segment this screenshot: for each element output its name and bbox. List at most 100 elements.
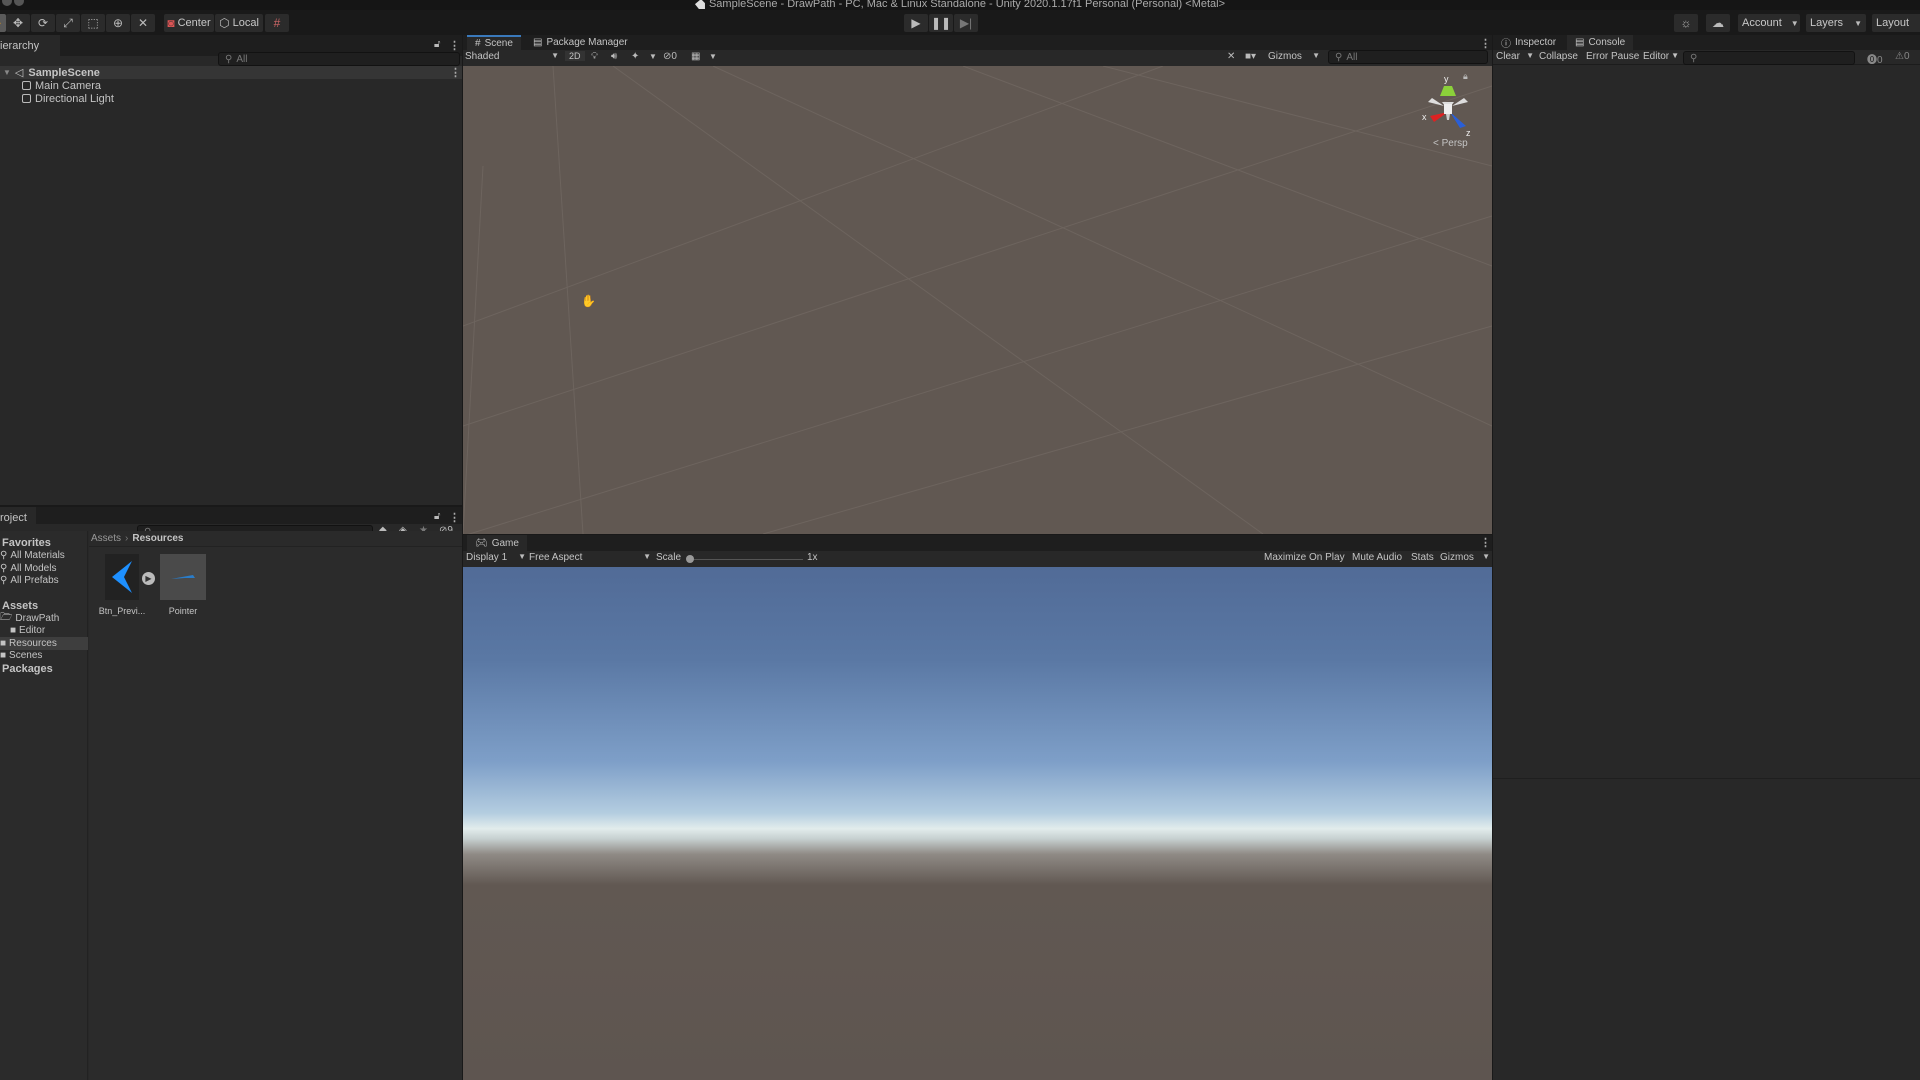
clear-button[interactable]: Clear ▼ <box>1496 51 1534 62</box>
maximize-on-play-toggle[interactable]: Maximize On Play <box>1264 552 1345 563</box>
scene-toolbar: Shaded ▼ 2D 💡︎ 🔊︎ ✦ ▼ ⊘0 ▦ ▼ ✕ ■▾ Gizmos ▼… <box>463 50 1492 66</box>
tab-console[interactable]: ▤ Console <box>1567 35 1634 50</box>
chevron-down-icon: ▼ <box>518 552 526 561</box>
favorite-item[interactable]: ⚲ All Materials <box>0 549 65 562</box>
effects-toggle-icon[interactable]: ✦ <box>631 51 639 62</box>
move-tool-button[interactable]: ✥ <box>6 14 30 32</box>
folder-item[interactable]: ■ Scenes <box>0 649 42 662</box>
pivot-center-button[interactable]: ◙ Center <box>164 14 214 32</box>
gizmos-dropdown[interactable]: Gizmos ▼ <box>1268 51 1320 62</box>
tab-scene-label: Scene <box>484 38 513 49</box>
scene-viewport[interactable]: ✋ 🔒︎ y x z < Persp <box>463 66 1492 534</box>
display-dropdown[interactable]: Display 1 ▼ <box>466 552 526 563</box>
breadcrumb: Assets › Resources <box>89 531 462 547</box>
asset-thumbnail[interactable] <box>160 554 206 600</box>
mode-2d-toggle[interactable]: 2D <box>565 51 585 61</box>
shading-mode-dropdown[interactable]: Shaded ▼ <box>465 51 559 62</box>
rect-tool-button[interactable]: ⬚ <box>81 14 105 32</box>
collab-button[interactable]: ☼ <box>1674 14 1698 32</box>
scene-search-input[interactable]: ⚲ All <box>1328 50 1488 64</box>
error-pause-toggle[interactable]: Error Pause <box>1586 51 1639 62</box>
editor-dropdown[interactable]: Editor ▼ <box>1643 51 1679 62</box>
chevron-down-icon: ▼ <box>643 552 651 561</box>
account-label: Account <box>1742 17 1782 29</box>
pivot-local-button[interactable]: ⬡ Local <box>215 14 263 32</box>
more-options-icon[interactable]: ⋮ <box>1480 536 1491 549</box>
pivot-label: Center <box>177 17 211 29</box>
collapse-toggle[interactable]: Collapse <box>1539 51 1578 62</box>
scale-slider-track[interactable] <box>689 559 803 560</box>
tab-scene[interactable]: # Scene <box>467 35 521 50</box>
folder-icon: ■ <box>10 625 17 636</box>
hierarchy-item[interactable]: Directional Light <box>22 92 114 105</box>
cloud-button[interactable]: ☁ <box>1706 14 1730 32</box>
play-button[interactable]: ▶ <box>904 14 928 32</box>
search-icon: ⚲ <box>0 563 8 574</box>
clear-label: Clear <box>1496 51 1520 62</box>
tab-game[interactable]: 🎮︎ Game <box>467 535 527 551</box>
asset-thumbnail[interactable] <box>105 554 139 600</box>
aspect-dropdown[interactable]: Free Aspect ▼ <box>529 552 651 563</box>
game-gizmos-dropdown[interactable]: Gizmos ▼ <box>1440 552 1490 563</box>
hidden-objects-icon[interactable]: ⊘0 <box>663 51 677 62</box>
lock-icon[interactable]: 🔓︎ <box>434 511 440 522</box>
tools-icon: ✕ <box>137 16 149 30</box>
camera-icon[interactable]: ■▾ <box>1245 51 1256 62</box>
projection-toggle[interactable]: < Persp <box>1433 138 1468 149</box>
custom-tool-button[interactable]: ✕ <box>131 14 155 32</box>
warning-count-toggle[interactable]: ⚠0 <box>1895 51 1910 62</box>
packages-header[interactable]: Packages <box>2 662 53 675</box>
grid-toggle-icon[interactable]: ▦ <box>691 51 700 62</box>
chevron-down-icon[interactable]: ▼ <box>1526 51 1534 62</box>
more-options-icon[interactable]: ⋮ <box>449 511 460 524</box>
console-detail-area <box>1493 778 1920 1080</box>
gameobject-icon <box>22 81 31 90</box>
hierarchy-search-bar: ⚲ All <box>0 49 462 67</box>
hand-icon: ✋ <box>0 17 2 29</box>
lighting-toggle-icon[interactable]: 💡︎ <box>591 51 598 62</box>
scene-root-row[interactable]: ▼ ◁ SampleScene ⋮ <box>0 66 462 79</box>
step-button[interactable]: ▶| <box>954 14 978 32</box>
grid-snap-button[interactable]: # <box>265 14 289 32</box>
rotate-tool-button[interactable]: ⟳ <box>31 14 55 32</box>
audio-toggle-icon[interactable]: 🔊︎ <box>611 51 617 62</box>
orientation-gizmo[interactable]: y x z <box>1418 74 1478 144</box>
pointer-sprite-icon <box>171 575 195 579</box>
game-viewport[interactable] <box>463 567 1492 1080</box>
layers-dropdown[interactable]: Layers ▼ <box>1806 14 1866 32</box>
expand-arrow-icon[interactable]: ▼ <box>3 68 11 77</box>
error-count-toggle[interactable]: ⓿0 <box>1867 51 1883 66</box>
tab-inspector[interactable]: ⓘ Inspector <box>1493 35 1564 50</box>
account-dropdown[interactable]: Account ▼ <box>1738 14 1800 32</box>
search-icon: ⚲ <box>1690 52 1698 64</box>
expand-sprite-icon[interactable]: ▶ <box>142 572 155 585</box>
breadcrumb-assets[interactable]: Assets <box>91 533 121 544</box>
collab-icon: ☼ <box>1680 16 1692 30</box>
scene-options-icon[interactable]: ⋮ <box>450 66 461 79</box>
chevron-down-icon[interactable]: ▼ <box>649 52 657 61</box>
breadcrumb-resources[interactable]: Resources <box>132 533 183 544</box>
scale-tool-button[interactable]: ⤢ <box>56 14 80 32</box>
layout-dropdown[interactable]: Layout <box>1872 14 1920 32</box>
hierarchy-item[interactable]: Main Camera <box>22 79 101 92</box>
console-search-input[interactable]: ⚲ <box>1683 51 1855 65</box>
hierarchy-search-input[interactable]: ⚲ All <box>218 52 460 66</box>
mute-audio-toggle[interactable]: Mute Audio <box>1352 552 1402 563</box>
package-icon: ▤ <box>533 37 543 48</box>
tab-inspector-label: Inspector <box>1515 37 1557 48</box>
more-options-icon[interactable]: ⋮ <box>1480 37 1491 50</box>
scale-slider-handle[interactable] <box>686 555 694 563</box>
chevron-down-icon[interactable]: ▼ <box>709 52 717 61</box>
rotate-icon: ⟳ <box>37 16 49 30</box>
favorite-item[interactable]: ⚲ All Prefabs <box>0 574 59 587</box>
info-icon: ⓘ <box>1501 39 1511 50</box>
warning-count: 0 <box>1903 51 1910 62</box>
stats-toggle[interactable]: Stats <box>1411 552 1434 563</box>
shading-mode-label: Shaded <box>465 51 500 62</box>
pause-button[interactable]: ❚❚ <box>929 14 953 32</box>
tools-icon[interactable]: ✕ <box>1227 51 1235 62</box>
transform-tool-button[interactable]: ⊕ <box>106 14 130 32</box>
asset-label: Btn_Previ... <box>98 606 146 616</box>
folder-item[interactable]: ■ Editor <box>10 624 45 637</box>
tab-package-manager[interactable]: ▤ Package Manager <box>525 35 636 50</box>
